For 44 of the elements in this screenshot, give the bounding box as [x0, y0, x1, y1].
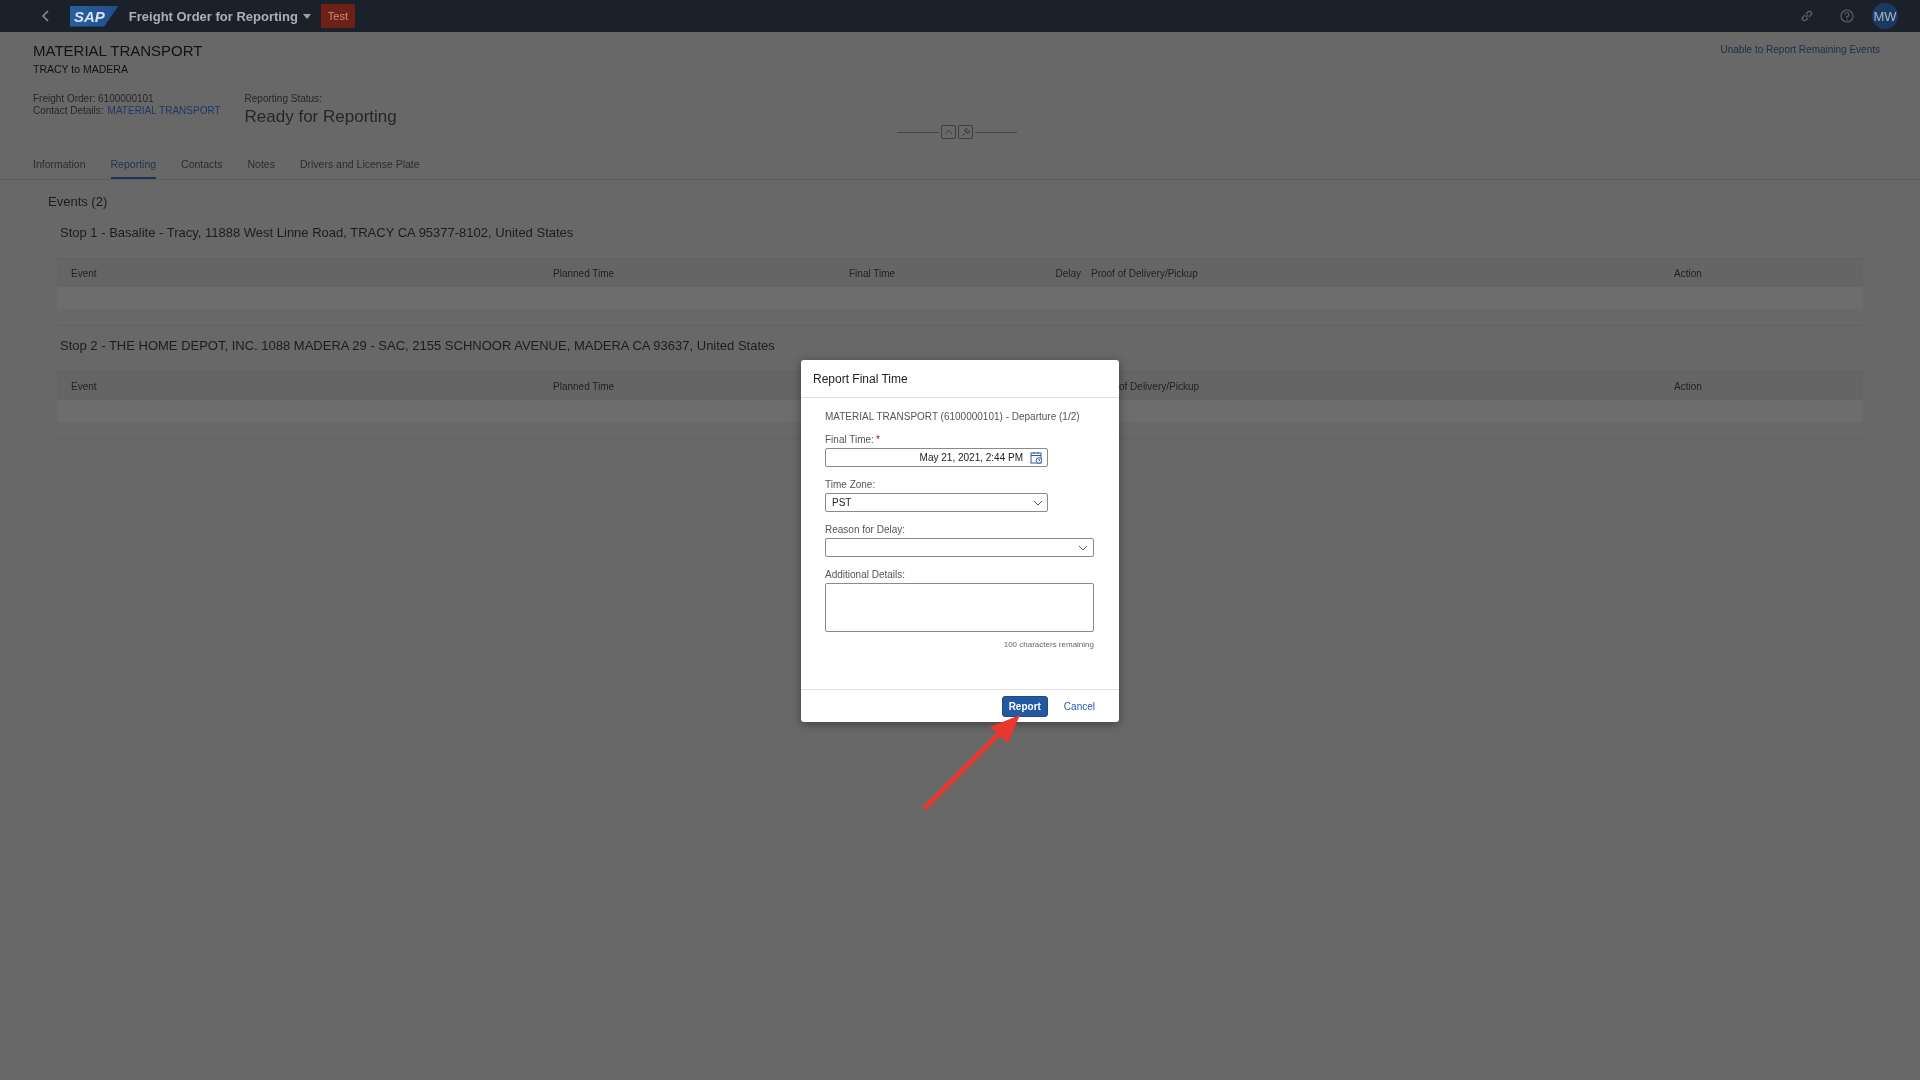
chevron-down-icon	[1033, 499, 1043, 506]
field-label: Final Time: *	[825, 434, 881, 445]
link-icon[interactable]	[1800, 9, 1814, 23]
column-header: of Delivery/Pickup	[1118, 380, 1201, 392]
dialog-title: Report Final Time	[813, 371, 908, 386]
cancel-button[interactable]: Cancel	[1057, 696, 1101, 716]
report-button[interactable]: Report	[1001, 695, 1048, 717]
date-time-field[interactable]: May 21, 2021, 2:44 PM	[825, 448, 1048, 467]
details-text-area[interactable]	[825, 583, 1094, 632]
stop-title: Stop 2 - THE HOME DEPOT, INC. 1088 MADERA 29 - SAC, 2155 SCHNOOR AVENUE, MADERA CA 93637, United States	[60, 338, 776, 353]
back-icon[interactable]	[42, 10, 50, 22]
chevron-down-icon	[1078, 544, 1088, 551]
field-label: Time Zone:	[825, 479, 877, 490]
object-subtitle: TRACY to MADERA	[33, 63, 129, 75]
logo[interactable]: SAP	[70, 5, 119, 27]
user-avatar[interactable]: MW	[1872, 3, 1898, 29]
dialog-subtitle: MATERIAL TRANSPORT (6100000101) - Departure (1/2)	[825, 411, 1081, 422]
help-icon[interactable]	[1840, 9, 1854, 23]
field-label: Additional Details:	[825, 569, 907, 580]
column-header: Delay	[1055, 267, 1081, 279]
field-label: Reason for Delay:	[825, 524, 907, 535]
contact-label: Contact Details:	[33, 105, 104, 116]
status-value: Ready for Reporting	[244, 107, 397, 127]
column-header: Action	[1674, 380, 1703, 392]
collapse-header-icon[interactable]	[940, 125, 956, 139]
column-header: Final Time	[849, 267, 897, 279]
status-label: Reporting Status:	[244, 93, 323, 104]
dropdown-field[interactable]: PST	[825, 493, 1048, 512]
caret-icon	[302, 13, 311, 19]
object-title: MATERIAL TRANSPORT	[33, 42, 203, 59]
column-header: Proof of Delivery/Pickup	[1090, 267, 1199, 279]
environment-badge: Test	[320, 4, 356, 28]
section-title: Events (2)	[48, 194, 109, 209]
app-title-menu[interactable]: Freight Order for Reporting	[128, 8, 311, 24]
column-header: Planned Time	[553, 267, 616, 279]
column-header: Action	[1674, 267, 1703, 279]
calendar-icon[interactable]	[1030, 451, 1043, 464]
freight-order-text: Freight Order: 6100000101	[33, 93, 155, 104]
character-counter: 100 characters remaining	[1003, 640, 1094, 649]
dropdown-field[interactable]	[825, 538, 1094, 557]
column-header: Event	[71, 267, 98, 279]
stop-title: Stop 1 - Basalite - Tracy, 11888 West Linne Road, TRACY CA 95377-8102, United States	[60, 225, 575, 240]
column-header: Event	[71, 380, 98, 392]
pin-icon[interactable]	[957, 125, 973, 139]
